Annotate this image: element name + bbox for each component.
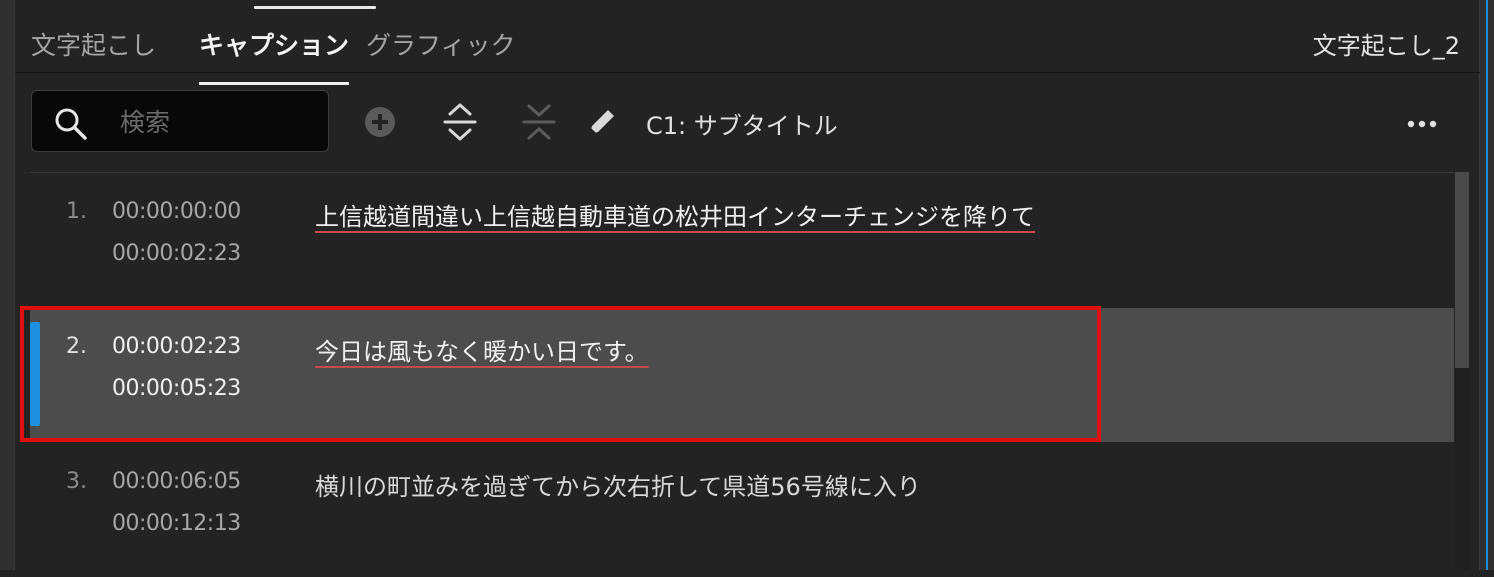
caption-start-time: 00:00:02:23 [112, 334, 241, 359]
caption-end-time: 00:00:05:23 [112, 376, 241, 401]
scrollbar-thumb[interactable] [1455, 172, 1469, 368]
search-input[interactable] [118, 101, 322, 143]
caption-text[interactable]: 今日は風もなく暖かい日です。 [315, 332, 649, 367]
split-caption-icon [443, 103, 477, 141]
search-icon [55, 108, 87, 140]
caption-end-time: 00:00:02:23 [112, 241, 241, 266]
active-tab-underline [199, 82, 350, 85]
caption-row[interactable]: 3. 00:00:06:05 00:00:12:13 横川の町並みを過ぎてから次… [30, 443, 1454, 577]
caption-row[interactable]: 1. 00:00:00:00 00:00:02:23 上信越道間違い上信越自動車… [30, 173, 1454, 307]
search-box[interactable] [31, 90, 329, 152]
tab-label: 文字起こし [31, 31, 157, 60]
caption-start-time: 00:00:00:00 [112, 199, 241, 224]
tab-label: キャプション [199, 31, 350, 60]
selection-indicator [30, 322, 40, 426]
tab-captions[interactable]: キャプション [199, 26, 350, 85]
caption-row-selected[interactable]: 2. 00:00:02:23 00:00:05:23 今日は風もなく暖かい日です… [30, 308, 1454, 442]
edit-pencil-icon [589, 110, 614, 135]
caption-track-label[interactable]: C1: サブタイトル [646, 106, 838, 141]
tab-transcript[interactable]: 文字起こし [31, 26, 156, 62]
caption-text[interactable]: 横川の町並みを過ぎてから次右折して県道56号線に入り [315, 467, 921, 502]
add-caption-button[interactable] [360, 102, 400, 142]
tab-graphics[interactable]: グラフィック [366, 26, 516, 62]
more-options-button[interactable] [1402, 104, 1442, 144]
caption-text[interactable]: 上信越道間違い上信越自動車道の松井田インターチェンジを降りて [315, 197, 1035, 232]
caption-list: 1. 00:00:00:00 00:00:02:23 上信越道間違い上信越自動車… [30, 172, 1454, 571]
add-caption-icon [365, 107, 395, 137]
window-frame-left [0, 0, 15, 570]
split-caption-button[interactable] [440, 102, 480, 142]
edit-caption-button[interactable] [582, 102, 622, 142]
tab-label: グラフィック [366, 31, 516, 60]
more-options-icon [1407, 120, 1437, 128]
sequence-name: 文字起こし_2 [1312, 32, 1460, 60]
caption-number: 3. [66, 469, 87, 494]
top-indicator [254, 6, 376, 9]
caption-number: 2. [66, 334, 87, 359]
panel-tab-bar: 文字起こし キャプション グラフィック 文字起こし_2 [15, 12, 1480, 85]
caption-number: 1. [66, 199, 87, 224]
caption-start-time: 00:00:06:05 [112, 469, 241, 494]
merge-caption-button[interactable] [519, 102, 559, 142]
merge-caption-icon [522, 104, 556, 140]
caption-end-time: 00:00:12:13 [112, 511, 241, 536]
window-frame-right [1479, 0, 1494, 570]
